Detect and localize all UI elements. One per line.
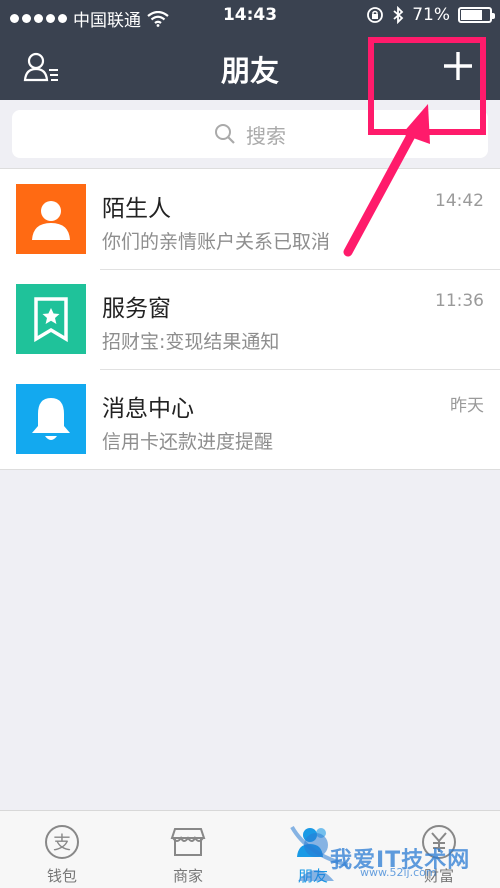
bookmark-star-icon [34, 297, 68, 342]
bell-icon [32, 398, 70, 440]
rotation-lock-icon [367, 7, 384, 23]
svg-text:支: 支 [53, 833, 71, 854]
message-row-service[interactable]: 服务窗 招财宝:变现结果通知 11:36 [0, 269, 500, 369]
service-avatar [16, 284, 86, 354]
battery-fill [461, 10, 483, 20]
search-placeholder: 搜索 [246, 123, 286, 148]
store-icon [170, 828, 206, 856]
message-title: 陌生人 [102, 196, 171, 222]
message-time: 昨天 [450, 396, 484, 416]
tab-wallet[interactable]: 支 钱包 [17, 811, 107, 888]
annotation-arrow [343, 104, 430, 257]
message-row-center[interactable]: 消息中心 信用卡还款进度提醒 昨天 [0, 369, 500, 469]
wallet-icon: 支 [45, 825, 79, 859]
watermark-url: www.52ij.com [360, 866, 437, 879]
message-preview: 你们的亲情账户关系已取消 [102, 231, 331, 253]
status-right: 71% [366, 5, 495, 25]
status-bar: 中国联通 14:43 71% [0, 0, 500, 34]
stranger-avatar [16, 184, 86, 254]
search-icon [215, 124, 235, 144]
message-title: 服务窗 [102, 296, 171, 322]
tab-label: 钱包 [46, 867, 77, 885]
tab-merchants[interactable]: 商家 [143, 811, 233, 888]
message-preview: 招财宝:变现结果通知 [102, 331, 280, 353]
tab-label: 商家 [172, 867, 203, 885]
message-title: 消息中心 [102, 396, 194, 422]
person-icon [32, 201, 70, 240]
battery-percent: 71% [412, 5, 450, 25]
bluetooth-icon [393, 6, 404, 24]
battery-icon [458, 7, 495, 23]
message-preview: 信用卡还款进度提醒 [102, 431, 274, 453]
message-center-avatar [16, 384, 86, 454]
message-time: 11:36 [435, 291, 484, 311]
